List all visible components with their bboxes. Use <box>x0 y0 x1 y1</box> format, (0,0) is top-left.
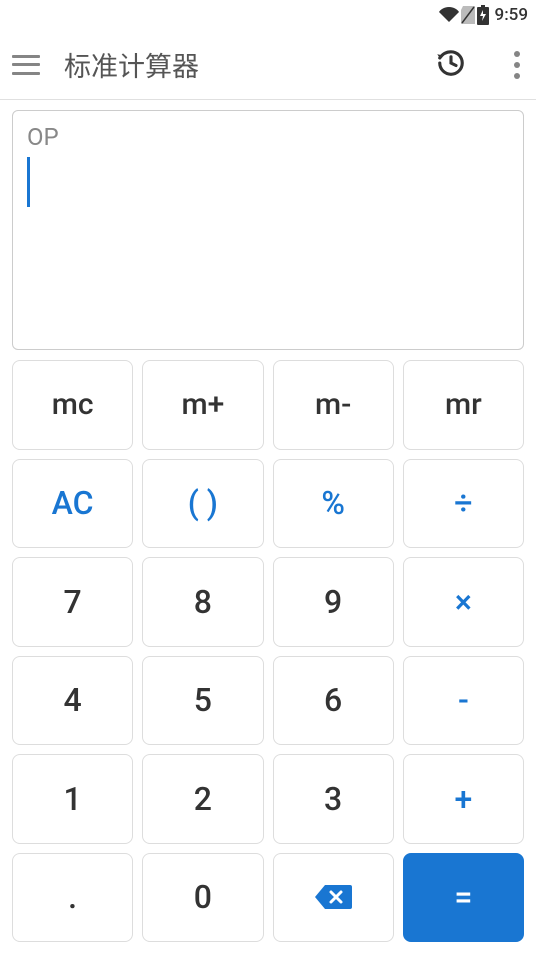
battery-icon <box>477 5 489 25</box>
key-backspace[interactable] <box>273 853 394 943</box>
sim-icon <box>461 6 475 24</box>
display[interactable]: OP <box>12 110 524 350</box>
menu-icon[interactable] <box>12 55 40 75</box>
status-time: 9:59 <box>495 5 528 25</box>
key-memory-minus[interactable]: m- <box>273 360 394 450</box>
keypad: mc m+ m- mr AC ( ) % ÷ 7 8 9 × 4 5 6 - 1… <box>0 360 536 954</box>
status-bar: 9:59 <box>0 0 536 30</box>
key-5[interactable]: 5 <box>142 656 263 746</box>
key-memory-clear[interactable]: mc <box>12 360 133 450</box>
app-bar: 标准计算器 <box>0 30 536 100</box>
key-parentheses[interactable]: ( ) <box>142 459 263 549</box>
more-icon[interactable] <box>510 47 524 83</box>
cursor <box>27 157 30 207</box>
key-1[interactable]: 1 <box>12 754 133 844</box>
key-9[interactable]: 9 <box>273 557 394 647</box>
key-plus[interactable]: + <box>403 754 524 844</box>
key-6[interactable]: 6 <box>273 656 394 746</box>
backspace-icon <box>313 882 353 912</box>
app-title: 标准计算器 <box>64 45 412 84</box>
key-8[interactable]: 8 <box>142 557 263 647</box>
key-2[interactable]: 2 <box>142 754 263 844</box>
display-label: OP <box>27 123 509 151</box>
key-percent[interactable]: % <box>273 459 394 549</box>
key-4[interactable]: 4 <box>12 656 133 746</box>
status-icons: 9:59 <box>439 5 528 25</box>
key-divide[interactable]: ÷ <box>403 459 524 549</box>
key-decimal[interactable]: . <box>12 853 133 943</box>
key-3[interactable]: 3 <box>273 754 394 844</box>
key-memory-recall[interactable]: mr <box>403 360 524 450</box>
key-equals[interactable]: = <box>403 853 524 943</box>
key-0[interactable]: 0 <box>142 853 263 943</box>
key-minus[interactable]: - <box>403 656 524 746</box>
wifi-icon <box>439 7 459 23</box>
key-multiply[interactable]: × <box>403 557 524 647</box>
key-memory-plus[interactable]: m+ <box>142 360 263 450</box>
key-all-clear[interactable]: AC <box>12 459 133 549</box>
history-icon[interactable] <box>436 48 466 82</box>
key-7[interactable]: 7 <box>12 557 133 647</box>
